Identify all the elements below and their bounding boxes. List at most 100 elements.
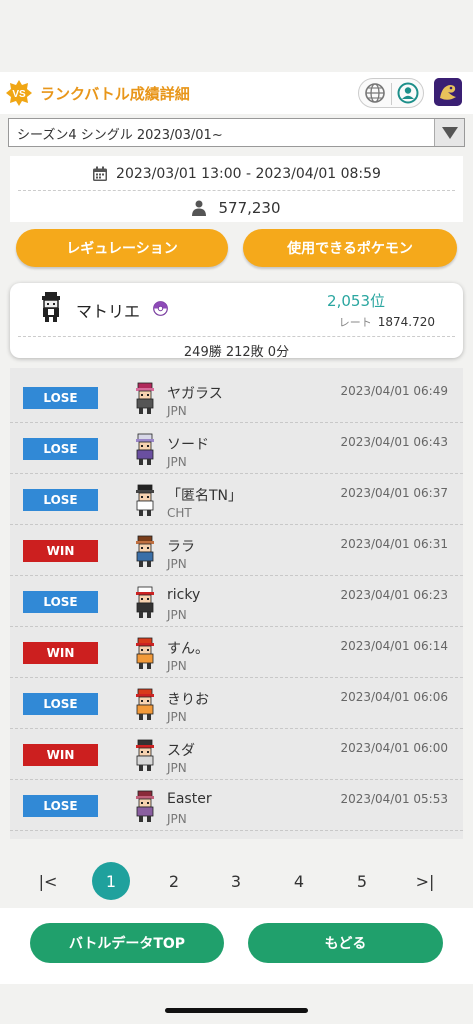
opponent-name: すん。 — [167, 641, 209, 657]
opponent-name: 「匿名TN」 — [167, 488, 243, 504]
last-page-button[interactable]: >| — [406, 862, 444, 900]
player-rate: レート 1874.720 — [339, 314, 435, 330]
page-4-button[interactable]: 4 — [280, 862, 318, 900]
result-badge: LOSE — [23, 795, 98, 817]
opponent-name: ソード — [167, 437, 209, 453]
opponent-name: Easter — [167, 791, 212, 807]
battle-row[interactable]: WIN ララ JPN 2023/04/01 06:31 — [10, 525, 463, 576]
win-loss-record: 249勝 212敗 0分 — [183, 345, 290, 360]
battle-time: 2023/04/01 06:23 — [340, 588, 448, 602]
result-badge: WIN — [23, 642, 98, 664]
player-count: 577,230 — [218, 199, 281, 217]
master-ball-icon — [153, 301, 168, 316]
opponent-country: JPN — [167, 812, 187, 826]
battle-time: 2023/04/01 06:14 — [340, 639, 448, 653]
opponent-trainer-icon — [132, 382, 158, 416]
regulation-button[interactable]: レギュレーション — [16, 229, 228, 267]
opponent-name: スダ — [167, 743, 195, 759]
season-select-value: シーズン4 シングル 2023/03/01~ — [17, 128, 223, 143]
battle-time: 2023/04/01 06:43 — [340, 435, 448, 449]
player-count-row: 577,230 — [10, 196, 463, 220]
globe-icon[interactable] — [364, 82, 386, 104]
season-info-card: 2023/03/01 13:00 - 2023/04/01 08:59 577,… — [10, 156, 463, 222]
opponent-trainer-icon — [132, 535, 158, 569]
opponent-country: JPN — [167, 710, 187, 724]
opponent-trainer-icon — [132, 586, 158, 620]
opponent-name: きりお — [167, 692, 209, 708]
battle-row[interactable]: LOSE Easter JPN 2023/04/01 05:53 — [10, 780, 463, 831]
opponent-country: CHT — [167, 506, 192, 520]
header-actions — [358, 78, 424, 108]
opponent-name: ヤガラス — [167, 386, 223, 402]
battle-history-list: LOSE ヤガラス JPN 2023/04/01 06:49 LOSE ソード JPN 202… — [10, 368, 463, 839]
opponent-country: JPN — [167, 455, 187, 469]
vs-badge-text: VS — [12, 89, 26, 100]
page-2-button[interactable]: 2 — [155, 862, 193, 900]
result-badge: LOSE — [23, 489, 98, 511]
player-rank: 2,053位 — [327, 292, 385, 310]
opponent-country: JPN — [167, 608, 187, 622]
vs-badge-icon: VS — [6, 80, 32, 106]
battle-row[interactable]: LOSE きりお JPN 2023/04/01 06:06 — [10, 678, 463, 729]
result-badge: LOSE — [23, 591, 98, 613]
pagination: |< 1 2 3 4 5 >| — [0, 860, 473, 902]
result-badge: LOSE — [23, 387, 98, 409]
battle-row[interactable]: LOSE ricky JPN 2023/04/01 06:23 — [10, 576, 463, 627]
opponent-country: JPN — [167, 404, 187, 418]
result-badge: WIN — [23, 744, 98, 766]
battle-time: 2023/04/01 06:49 — [340, 384, 448, 398]
period-row: 2023/03/01 13:00 - 2023/04/01 08:59 — [10, 162, 463, 186]
battle-time: 2023/04/01 06:00 — [340, 741, 448, 755]
divider — [18, 336, 455, 337]
divider — [18, 190, 455, 191]
player-profile-card: マトリエ 2,053位 レート 1874.720 249勝 212敗 0分 — [10, 283, 463, 360]
result-badge: LOSE — [23, 438, 98, 460]
opponent-country: JPN — [167, 557, 187, 571]
opponent-name: ricky — [167, 587, 201, 603]
battle-row[interactable]: LOSE ソード JPN 2023/04/01 06:43 — [10, 423, 463, 474]
pill-divider — [391, 83, 392, 105]
footer-bar: バトルデータTOP もどる — [0, 908, 473, 984]
opponent-trainer-icon — [132, 637, 158, 671]
app-logo-icon[interactable] — [434, 78, 462, 106]
battle-row[interactable]: WIN すん。 JPN 2023/04/01 06:14 — [10, 627, 463, 678]
first-page-button[interactable]: |< — [29, 862, 67, 900]
page-5-button[interactable]: 5 — [343, 862, 381, 900]
battle-row[interactable]: LOSE ヤガラス JPN 2023/04/01 06:49 — [10, 372, 463, 423]
opponent-trainer-icon — [132, 739, 158, 773]
result-badge: LOSE — [23, 693, 98, 715]
opponent-trainer-icon — [132, 688, 158, 722]
page-title: ランクバトル成績詳細 — [40, 85, 190, 103]
back-button[interactable]: もどる — [248, 923, 443, 963]
usable-pokemon-button[interactable]: 使用できるポケモン — [243, 229, 457, 267]
page-3-button[interactable]: 3 — [217, 862, 255, 900]
opponent-trainer-icon — [132, 433, 158, 467]
person-icon — [192, 200, 207, 216]
opponent-trainer-icon — [132, 484, 158, 518]
opponent-name: ララ — [167, 539, 195, 555]
player-name: マトリエ — [76, 302, 141, 321]
opponent-country: JPN — [167, 761, 187, 775]
trainer-avatar-icon — [42, 292, 60, 322]
opponent-trainer-icon — [132, 790, 158, 824]
rate-label: レート — [338, 316, 372, 329]
rate-value: 1874.720 — [377, 315, 435, 329]
page-1-button[interactable]: 1 — [92, 862, 130, 900]
season-select[interactable]: シーズン4 シングル 2023/03/01~ — [8, 118, 465, 147]
dropdown-arrow-icon[interactable] — [434, 119, 464, 146]
app-header: VS ランクバトル成績詳細 — [0, 72, 473, 114]
battle-data-top-button[interactable]: バトルデータTOP — [30, 923, 224, 963]
battle-time: 2023/04/01 06:06 — [340, 690, 448, 704]
battle-row[interactable]: WIN スダ JPN 2023/04/01 06:00 — [10, 729, 463, 780]
status-bar-area — [0, 0, 473, 72]
calendar-icon — [93, 166, 108, 181]
battle-row[interactable]: LOSE 「匿名TN」 CHT 2023/04/01 06:37 — [10, 474, 463, 525]
battle-time: 2023/04/01 06:31 — [340, 537, 448, 551]
home-indicator — [165, 1008, 308, 1013]
period-range: 2023/03/01 13:00 - 2023/04/01 08:59 — [116, 166, 381, 182]
account-icon[interactable] — [397, 82, 419, 104]
result-badge: WIN — [23, 540, 98, 562]
battle-time: 2023/04/01 05:53 — [340, 792, 448, 806]
opponent-country: JPN — [167, 659, 187, 673]
battle-time: 2023/04/01 06:37 — [340, 486, 448, 500]
